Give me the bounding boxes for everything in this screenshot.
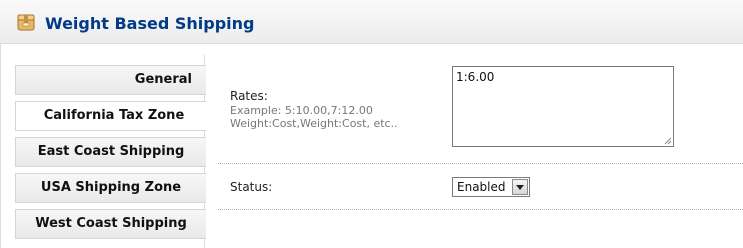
rates-value: 1:6.00 <box>456 70 495 84</box>
status-label: Status: <box>230 180 273 194</box>
page-title: Weight Based Shipping <box>45 14 255 33</box>
box-icon <box>17 14 35 31</box>
rates-label: Rates: <box>230 89 268 103</box>
tab-usa-shipping-zone[interactable]: USA Shipping Zone <box>15 173 206 203</box>
rates-help-example: Example: 5:10.00,7:12.00 <box>230 104 373 117</box>
rates-textarea[interactable]: 1:6.00 <box>452 66 674 147</box>
chevron-down-icon <box>516 185 524 190</box>
tab-list: General California Tax Zone East Coast S… <box>15 55 206 248</box>
tab-east-coast-shipping[interactable]: East Coast Shipping <box>15 137 206 167</box>
status-select[interactable]: Enabled <box>452 177 530 197</box>
tab-general[interactable]: General <box>15 65 206 95</box>
tab-west-coast-shipping[interactable]: West Coast Shipping <box>15 209 206 239</box>
tab-california-tax-zone[interactable]: California Tax Zone <box>15 101 206 131</box>
resize-grip-icon[interactable] <box>664 137 672 145</box>
dropdown-button[interactable] <box>512 179 528 195</box>
status-selected-value: Enabled <box>457 180 506 194</box>
panel-header: Weight Based Shipping <box>0 0 743 44</box>
divider <box>218 163 743 164</box>
divider <box>218 209 743 210</box>
rates-help-format: Weight:Cost,Weight:Cost, etc.. <box>230 117 398 130</box>
